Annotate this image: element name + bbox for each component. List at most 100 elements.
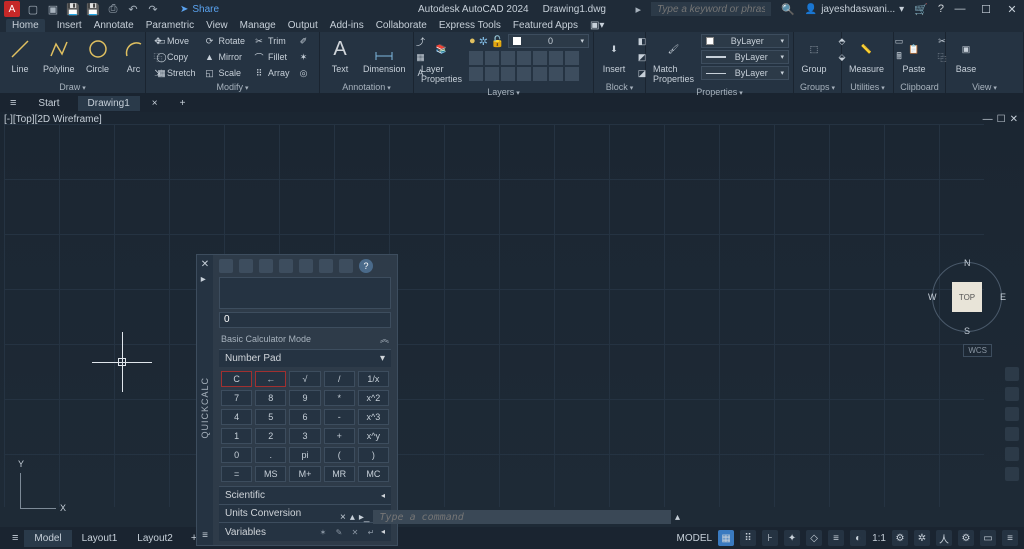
calc-key-M[interactable]: M+ [289,466,320,482]
text-button[interactable]: AText [324,34,356,76]
line-button[interactable]: Line [4,34,36,76]
viewcube-w[interactable]: W [928,292,937,302]
tab-manage[interactable]: Manage [240,20,276,32]
viewcube-n[interactable]: N [964,258,971,268]
status-gear-icon[interactable]: ⚙ [892,530,908,546]
group-button[interactable]: ⬚Group [798,34,830,76]
status-lwt-icon[interactable]: ≡ [828,530,844,546]
undo-icon[interactable]: ↶ [126,2,140,16]
tab-view[interactable]: View [206,20,228,32]
calc-key-[interactable]: * [324,390,355,406]
calc-paste-icon[interactable] [259,259,273,273]
search-icon[interactable]: 🔍 [781,3,795,16]
tab-express[interactable]: Express Tools [439,20,501,32]
tab-model[interactable]: Model [24,530,71,547]
layer-tool-icon[interactable] [517,51,531,65]
linetype-combo[interactable]: ByLayer [701,66,789,80]
calc-key-[interactable]: . [255,447,286,463]
palette-close-icon[interactable]: ✕ [201,259,209,270]
calc-history-icon[interactable] [239,259,253,273]
calc-intersect-icon[interactable] [339,259,353,273]
polyline-button[interactable]: Polyline [40,34,78,76]
viewcube-s[interactable]: S [964,326,970,336]
panel-modify-label[interactable]: Modify [217,82,249,92]
calc-key-[interactable]: ( [324,447,355,463]
calc-key-5[interactable]: 5 [255,409,286,425]
stretch-button[interactable]: ⇲Stretch [150,66,198,80]
status-grid-icon[interactable]: ▦ [718,530,734,546]
calc-input[interactable]: 0 [219,312,391,328]
tab-annotate[interactable]: Annotate [94,20,134,32]
save-icon[interactable]: 💾 [66,2,80,16]
calc-key-1x[interactable]: 1/x [358,371,389,387]
search-input[interactable] [651,2,771,16]
calc-key-3[interactable]: 3 [289,428,320,444]
viewcube[interactable]: TOP N S E W [932,262,1002,332]
calc-key-[interactable]: ) [358,447,389,463]
var-del-icon[interactable]: ✕ [349,526,361,538]
nav-more-icon[interactable] [1005,467,1019,481]
calc-angle-icon[interactable] [319,259,333,273]
offset-button[interactable]: ◎ [296,66,312,80]
vp-minimize-icon[interactable]: — [983,114,993,125]
layer-tool-icon[interactable] [501,67,515,81]
search-caret-icon[interactable]: ▸ [636,3,642,16]
insert-block-button[interactable]: ⬇Insert [598,34,630,76]
tab-collaborate[interactable]: Collaborate [376,20,427,32]
open-icon[interactable]: ▣ [46,2,60,16]
user-dropdown-icon[interactable]: ▾ [899,4,904,15]
array-button[interactable]: ⠿Array [251,66,292,80]
cmd-history-icon[interactable]: ▴ [350,512,355,523]
calc-key-MC[interactable]: MC [358,466,389,482]
nav-zoom-icon[interactable] [1005,407,1019,421]
move-button[interactable]: ✥Move [150,34,198,48]
tab-insert[interactable]: Insert [57,20,82,32]
dimension-button[interactable]: Dimension [360,34,409,76]
tab-parametric[interactable]: Parametric [146,20,194,32]
nav-orbit-icon[interactable] [1005,427,1019,441]
print-icon[interactable]: ⎙ [106,2,120,16]
explode-button[interactable]: ✶ [296,50,312,64]
cart-icon[interactable]: 🛒 [914,3,928,16]
calc-key-[interactable]: = [221,466,252,482]
layer-tool-icon[interactable] [533,51,547,65]
layer-tool-icon[interactable] [517,67,531,81]
layout-menu-icon[interactable]: ≡ [6,532,24,544]
var-new-icon[interactable]: ✶ [317,526,329,538]
section-scientific[interactable]: Scientific [219,486,391,504]
layer-freeze-icon[interactable]: ✲ [479,35,488,48]
redo-icon[interactable]: ↷ [146,2,160,16]
calc-key-6[interactable]: 6 [289,409,320,425]
status-model[interactable]: MODEL [677,533,713,544]
tab-featured[interactable]: Featured Apps [513,20,578,32]
app-menu-button[interactable]: A [4,1,20,17]
calc-key-x3[interactable]: x^3 [358,409,389,425]
status-scale[interactable]: 1:1 [872,533,886,544]
palette-pin-icon[interactable]: ▸ [201,274,209,285]
calc-dist-icon[interactable] [299,259,313,273]
status-workspace-icon[interactable]: ⚙ [958,530,974,546]
tab-output[interactable]: Output [288,20,318,32]
doc-tab-drawing1[interactable]: Drawing1 [78,96,140,111]
drawing-canvas[interactable] [4,124,984,507]
close-button[interactable]: ✕ [1006,3,1018,16]
circle-button[interactable]: Circle [82,34,114,76]
tab-layout1[interactable]: Layout1 [72,530,128,547]
calc-key-9[interactable]: 9 [289,390,320,406]
calc-key-C[interactable]: C [221,371,252,387]
fillet-button[interactable]: ⌒Fillet [251,50,292,64]
doc-tab-new-icon[interactable]: + [170,96,196,111]
calc-key-7[interactable]: 7 [221,390,252,406]
minimize-button[interactable]: — [954,3,966,16]
calc-key-[interactable]: / [324,371,355,387]
maximize-button[interactable]: ☐ [980,3,992,16]
nav-showmotion-icon[interactable] [1005,447,1019,461]
status-anno-icon[interactable]: 人 [936,530,952,546]
share-button[interactable]: Share [192,4,219,15]
layer-on-icon[interactable]: ● [469,35,476,47]
ribbon-toggle-icon[interactable]: ▣▾ [590,20,604,32]
calc-key-pi[interactable]: pi [289,447,320,463]
status-clean-icon[interactable]: ▭ [980,530,996,546]
status-snap-icon[interactable]: ⠿ [740,530,756,546]
layer-tool-icon[interactable] [469,67,483,81]
